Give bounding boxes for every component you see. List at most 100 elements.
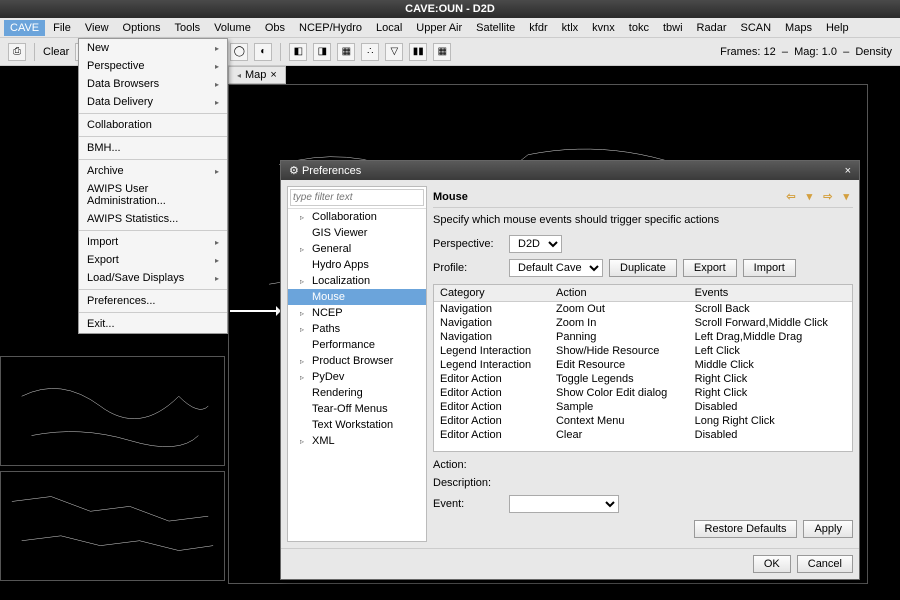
- filter-icon[interactable]: ▽: [385, 43, 403, 61]
- menu-ncephydro[interactable]: NCEP/Hydro: [293, 20, 368, 36]
- tab-map[interactable]: ◂ Map ×: [228, 66, 286, 84]
- menu-upperair[interactable]: Upper Air: [410, 20, 468, 36]
- tree-expand-icon: ▹: [300, 357, 308, 366]
- tree-node-rendering[interactable]: Rendering: [288, 385, 426, 401]
- menu-item-preferences[interactable]: Preferences...: [79, 292, 227, 310]
- menu-kvnx[interactable]: kvnx: [586, 20, 621, 36]
- window-titlebar: CAVE:OUN - D2D: [0, 0, 900, 18]
- mouse-events-table[interactable]: CategoryActionEventsNavigationZoom OutSc…: [433, 284, 853, 452]
- menu-kfdr[interactable]: kfdr: [523, 20, 553, 36]
- stop-icon[interactable]: ◯: [230, 43, 248, 61]
- tree-node-general[interactable]: ▹General: [288, 241, 426, 257]
- nav-history-icons[interactable]: ⇦ ▾ ⇨ ▾: [786, 190, 853, 203]
- menu-item-bmh[interactable]: BMH...: [79, 139, 227, 157]
- menu-scan[interactable]: SCAN: [734, 20, 777, 36]
- close-icon[interactable]: ×: [270, 69, 276, 81]
- col-category[interactable]: Category: [434, 285, 550, 302]
- tree-node-productbrowser[interactable]: ▹Product Browser: [288, 353, 426, 369]
- grid1-icon[interactable]: ▮▮: [409, 43, 427, 61]
- menu-item-new[interactable]: New▸: [79, 39, 227, 57]
- menu-item-perspective[interactable]: Perspective▸: [79, 57, 227, 75]
- duplicate-button[interactable]: Duplicate: [609, 259, 677, 277]
- menu-item-databrowsers[interactable]: Data Browsers▸: [79, 75, 227, 93]
- menu-item-datadelivery[interactable]: Data Delivery▸: [79, 93, 227, 111]
- col-action[interactable]: Action: [550, 285, 689, 302]
- profile-label: Profile:: [433, 262, 503, 274]
- tree-node-textworkstation[interactable]: Text Workstation: [288, 417, 426, 433]
- table-row[interactable]: Editor ActionClearDisabled: [434, 428, 852, 442]
- perspective-select[interactable]: D2D: [509, 235, 562, 253]
- tree-node-tearoffmenus[interactable]: Tear-Off Menus: [288, 401, 426, 417]
- preferences-dialog: ⚙ Preferences × ▹CollaborationGIS Viewer…: [280, 160, 860, 580]
- menu-item-import[interactable]: Import▸: [79, 233, 227, 251]
- layer3-icon[interactable]: ▦: [337, 43, 355, 61]
- ok-button[interactable]: OK: [753, 555, 791, 573]
- tree-node-pydev[interactable]: ▹PyDev: [288, 369, 426, 385]
- menu-cave[interactable]: CAVE: [4, 20, 45, 36]
- step-icon[interactable]: ◐: [254, 43, 272, 61]
- menu-tools[interactable]: Tools: [168, 20, 206, 36]
- menu-item-archive[interactable]: Archive▸: [79, 162, 227, 180]
- layer2-icon[interactable]: ◨: [313, 43, 331, 61]
- map-thumb-1[interactable]: [0, 356, 225, 466]
- tree-node-xml[interactable]: ▹XML: [288, 433, 426, 449]
- menu-item-awipsuseradministration[interactable]: AWIPS User Administration...: [79, 180, 227, 210]
- menu-local[interactable]: Local: [370, 20, 408, 36]
- tree-node-performance[interactable]: Performance: [288, 337, 426, 353]
- restore-defaults-button[interactable]: Restore Defaults: [694, 520, 798, 538]
- layer1-icon[interactable]: ◧: [289, 43, 307, 61]
- table-row[interactable]: Legend InteractionEdit ResourceMiddle Cl…: [434, 358, 852, 372]
- menu-file[interactable]: File: [47, 20, 77, 36]
- chevron-right-icon: ▸: [215, 98, 219, 107]
- table-row[interactable]: Editor ActionShow Color Edit dialogRight…: [434, 386, 852, 400]
- table-row[interactable]: Legend InteractionShow/Hide ResourceLeft…: [434, 344, 852, 358]
- print-icon[interactable]: ⎙: [8, 43, 26, 61]
- tree-node-gisviewer[interactable]: GIS Viewer: [288, 225, 426, 241]
- close-icon[interactable]: ×: [845, 165, 851, 177]
- import-button[interactable]: Import: [743, 259, 796, 277]
- menu-tokc[interactable]: tokc: [623, 20, 655, 36]
- menu-tbwi[interactable]: tbwi: [657, 20, 689, 36]
- tree-node-ncep[interactable]: ▹NCEP: [288, 305, 426, 321]
- menu-item-export[interactable]: Export▸: [79, 251, 227, 269]
- menu-item-loadsavedisplays[interactable]: Load/Save Displays▸: [79, 269, 227, 287]
- menu-ktlx[interactable]: ktlx: [556, 20, 585, 36]
- map-thumb-2[interactable]: [0, 471, 225, 581]
- menu-item-awipsstatistics[interactable]: AWIPS Statistics...: [79, 210, 227, 228]
- menu-satellite[interactable]: Satellite: [470, 20, 521, 36]
- menu-radar[interactable]: Radar: [691, 20, 733, 36]
- tree-node-mouse[interactable]: Mouse: [288, 289, 426, 305]
- table-row[interactable]: NavigationZoom OutScroll Back: [434, 302, 852, 317]
- menu-item-collaboration[interactable]: Collaboration: [79, 116, 227, 134]
- tree-node-collaboration[interactable]: ▹Collaboration: [288, 209, 426, 225]
- event-select[interactable]: [509, 495, 619, 513]
- menu-obs[interactable]: Obs: [259, 20, 291, 36]
- export-button[interactable]: Export: [683, 259, 737, 277]
- apply-button[interactable]: Apply: [803, 520, 853, 538]
- tree-node-localization[interactable]: ▹Localization: [288, 273, 426, 289]
- tree-node-paths[interactable]: ▹Paths: [288, 321, 426, 337]
- table-row[interactable]: Editor ActionToggle LegendsRight Click: [434, 372, 852, 386]
- cancel-button[interactable]: Cancel: [797, 555, 853, 573]
- chevron-right-icon: ▸: [215, 274, 219, 283]
- tree-node-hydroapps[interactable]: Hydro Apps: [288, 257, 426, 273]
- table-row[interactable]: Editor ActionSampleDisabled: [434, 400, 852, 414]
- grid2-icon[interactable]: ▦: [433, 43, 451, 61]
- dots-icon[interactable]: ∴: [361, 43, 379, 61]
- chevron-left-icon: ◂: [237, 71, 241, 80]
- clear-button[interactable]: Clear: [43, 46, 69, 58]
- table-row[interactable]: NavigationPanningLeft Drag,Middle Drag: [434, 330, 852, 344]
- menu-item-exit[interactable]: Exit...: [79, 315, 227, 333]
- table-row[interactable]: NavigationZoom InScroll Forward,Middle C…: [434, 316, 852, 330]
- profile-select[interactable]: Default Cave: [509, 259, 603, 277]
- menu-options[interactable]: Options: [117, 20, 167, 36]
- col-events[interactable]: Events: [689, 285, 852, 302]
- tree-expand-icon: ▹: [300, 325, 308, 334]
- menu-help[interactable]: Help: [820, 20, 855, 36]
- menu-maps[interactable]: Maps: [779, 20, 818, 36]
- event-label: Event:: [433, 498, 503, 510]
- table-row[interactable]: Editor ActionContext MenuLong Right Clic…: [434, 414, 852, 428]
- filter-input[interactable]: [290, 189, 424, 206]
- menu-volume[interactable]: Volume: [208, 20, 257, 36]
- menu-view[interactable]: View: [79, 20, 115, 36]
